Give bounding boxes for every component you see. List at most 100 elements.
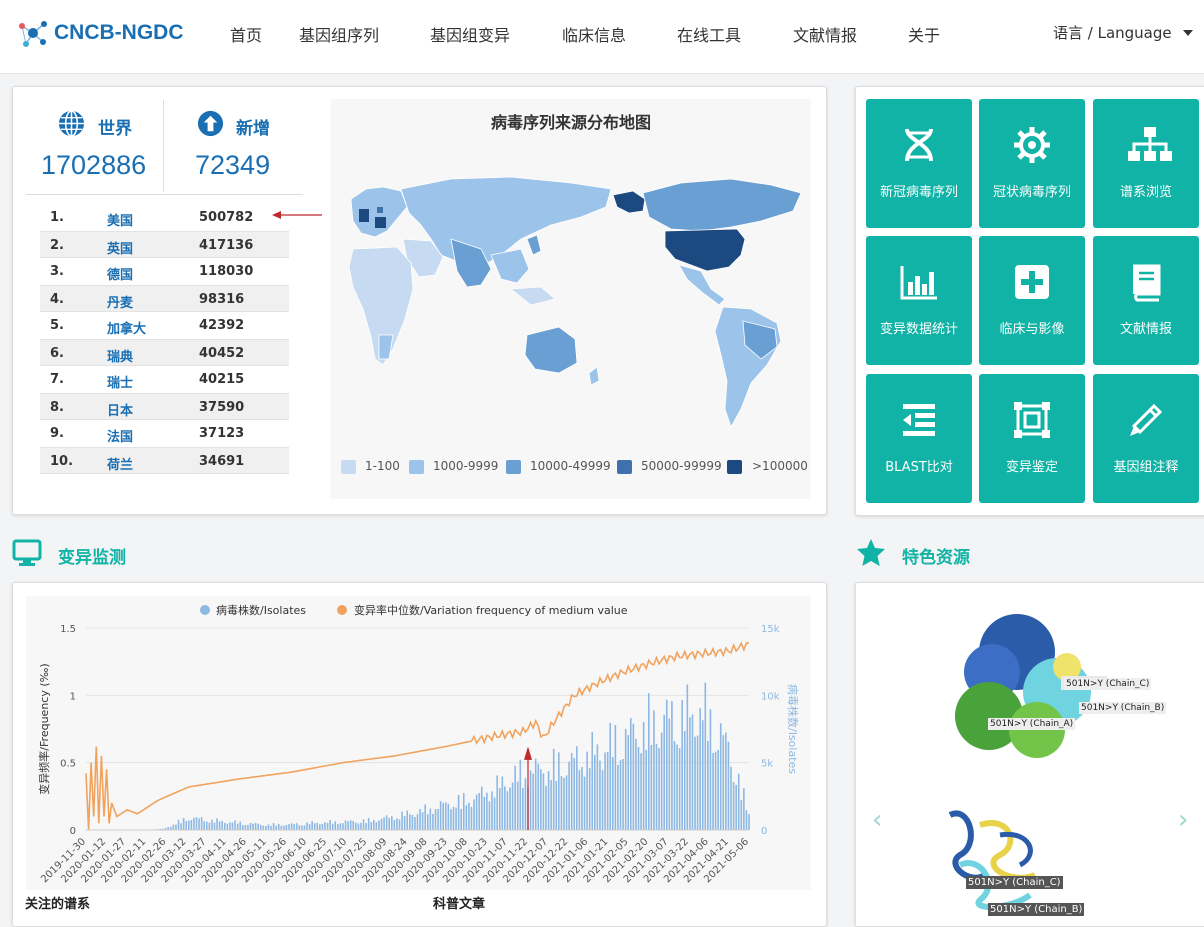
language-selector[interactable]: 语言 / Language xyxy=(1053,22,1172,43)
legend-label-1: 1-100 xyxy=(365,459,400,473)
isolates-bar xyxy=(340,823,342,830)
nav-online-tools[interactable]: 在线工具 xyxy=(677,22,741,46)
tile-sars-cov-2-sequences[interactable]: 新冠病毒序列 xyxy=(866,99,972,228)
caret-down-icon[interactable] xyxy=(1183,30,1193,36)
isolates-bar xyxy=(553,749,555,830)
isolates-bar xyxy=(669,719,671,830)
isolates-bar xyxy=(252,824,254,830)
carousel-next-button[interactable]: › xyxy=(1178,805,1188,835)
tile-label: 谱系浏览 xyxy=(1093,181,1199,200)
isolates-bar xyxy=(532,774,534,830)
tile-literature[interactable]: 文献情报 xyxy=(1093,236,1199,365)
isolates-bar xyxy=(661,733,663,830)
carousel-prev-button[interactable]: ‹ xyxy=(872,805,882,835)
tile-label: 新冠病毒序列 xyxy=(866,181,972,200)
isolates-bar xyxy=(502,777,504,830)
articles-heading[interactable]: 科普文章 xyxy=(433,893,485,912)
isolates-bar xyxy=(291,823,293,830)
isolates-bar xyxy=(322,824,324,830)
ranking-count: 42392 xyxy=(199,318,244,333)
tile-coronavirus-sequences[interactable]: 冠状病毒序列 xyxy=(979,99,1085,228)
isolates-bar xyxy=(409,814,411,830)
ranking-count: 98316 xyxy=(199,292,244,307)
ranking-country-link[interactable]: 加拿大 xyxy=(107,318,146,337)
ranking-country-link[interactable]: 德国 xyxy=(107,264,133,283)
nav-clinical-info[interactable]: 临床信息 xyxy=(562,22,626,46)
isolates-bar xyxy=(633,724,635,830)
nav-about[interactable]: 关于 xyxy=(908,22,940,46)
isolates-bar xyxy=(229,822,231,830)
isolates-bar xyxy=(196,817,198,830)
isolates-bar xyxy=(275,826,277,830)
isolates-bar xyxy=(422,812,424,830)
ranking-country-link[interactable]: 法国 xyxy=(107,426,133,445)
isolates-bar xyxy=(273,823,275,830)
legend-label-4: 50000-99999 xyxy=(641,459,722,473)
tile-lineage-browse[interactable]: 谱系浏览 xyxy=(1093,99,1199,228)
isolates-bar xyxy=(417,814,419,830)
isolates-bar xyxy=(558,752,560,830)
y-right-tick: 5k xyxy=(761,759,773,770)
isolates-bar xyxy=(288,824,290,830)
isolates-bar xyxy=(478,793,480,830)
isolates-bar xyxy=(507,791,509,830)
tile-clinical-imaging[interactable]: 临床与影像 xyxy=(979,236,1085,365)
tile-genome-annotation[interactable]: 基因组注释 xyxy=(1093,374,1199,503)
new-label: 新增 xyxy=(236,114,270,139)
tile-blast-alignment[interactable]: BLAST比对 xyxy=(866,374,972,503)
isolates-bar xyxy=(363,819,365,830)
isolates-bar xyxy=(381,819,383,830)
legend-label-isolates: 病毒株数/Isolates xyxy=(216,603,306,617)
ranking-country-link[interactable]: 日本 xyxy=(107,400,133,419)
isolates-bar xyxy=(406,811,408,830)
isolates-bar xyxy=(198,818,200,830)
germany-region xyxy=(375,217,386,228)
nav-genome-sequence[interactable]: 基因组序列 xyxy=(299,22,379,46)
isolates-bar xyxy=(401,812,403,830)
isolates-bar xyxy=(550,780,552,830)
isolates-bar xyxy=(391,816,393,830)
isolates-bar xyxy=(358,824,360,830)
ranking-country-link[interactable]: 英国 xyxy=(107,238,133,257)
isolates-bar xyxy=(247,825,249,830)
ranking-count: 118030 xyxy=(199,264,253,279)
isolates-bar xyxy=(694,737,696,830)
isolates-bar xyxy=(281,826,283,830)
ranking-index: 6. xyxy=(50,346,64,361)
isolates-bar xyxy=(486,793,488,830)
isolates-bar xyxy=(522,788,524,830)
ranking-country-link[interactable]: 瑞典 xyxy=(107,346,133,365)
isolates-bar xyxy=(571,753,573,830)
lineages-heading[interactable]: 关注的谱系 xyxy=(25,893,90,912)
isolates-bar xyxy=(214,822,216,830)
isolates-bar xyxy=(576,746,578,830)
nav-home[interactable]: 首页 xyxy=(230,22,262,46)
ranking-country-link[interactable]: 丹麦 xyxy=(107,292,133,311)
ranking-index: 1. xyxy=(50,210,64,225)
isolates-bar xyxy=(735,785,737,830)
isolates-bar xyxy=(173,825,175,830)
isolates-bar xyxy=(414,817,416,830)
isolates-bar xyxy=(293,824,295,830)
isolates-bar xyxy=(509,788,511,830)
isolates-bar xyxy=(329,820,331,830)
isolates-bar xyxy=(499,788,501,830)
ranking-row: 6.瑞典40452 xyxy=(40,339,289,366)
ranking-country-link[interactable]: 美国 xyxy=(107,210,133,229)
ranking-country-link[interactable]: 荷兰 xyxy=(107,454,133,473)
isolates-bar xyxy=(730,767,732,830)
isolates-bar xyxy=(445,802,447,830)
nav-literature[interactable]: 文献情报 xyxy=(793,22,857,46)
ranking-country-link[interactable]: 瑞士 xyxy=(107,372,133,391)
isolates-bar xyxy=(376,822,378,830)
isolates-bar xyxy=(625,729,627,830)
tile-variant-identification[interactable]: 变异鉴定 xyxy=(979,374,1085,503)
tile-variation-statistics[interactable]: 变异数据统计 xyxy=(866,236,972,365)
structure-label-chain-b: 501N>Y (Chain_B) xyxy=(1079,702,1166,714)
isolates-bar xyxy=(327,823,329,830)
isolates-bar xyxy=(720,723,722,830)
nav-genome-variation[interactable]: 基因组变异 xyxy=(430,22,510,46)
isolates-bar xyxy=(525,778,527,830)
isolates-bar xyxy=(460,809,462,830)
logo[interactable]: CNCB-NGDC xyxy=(16,16,184,50)
